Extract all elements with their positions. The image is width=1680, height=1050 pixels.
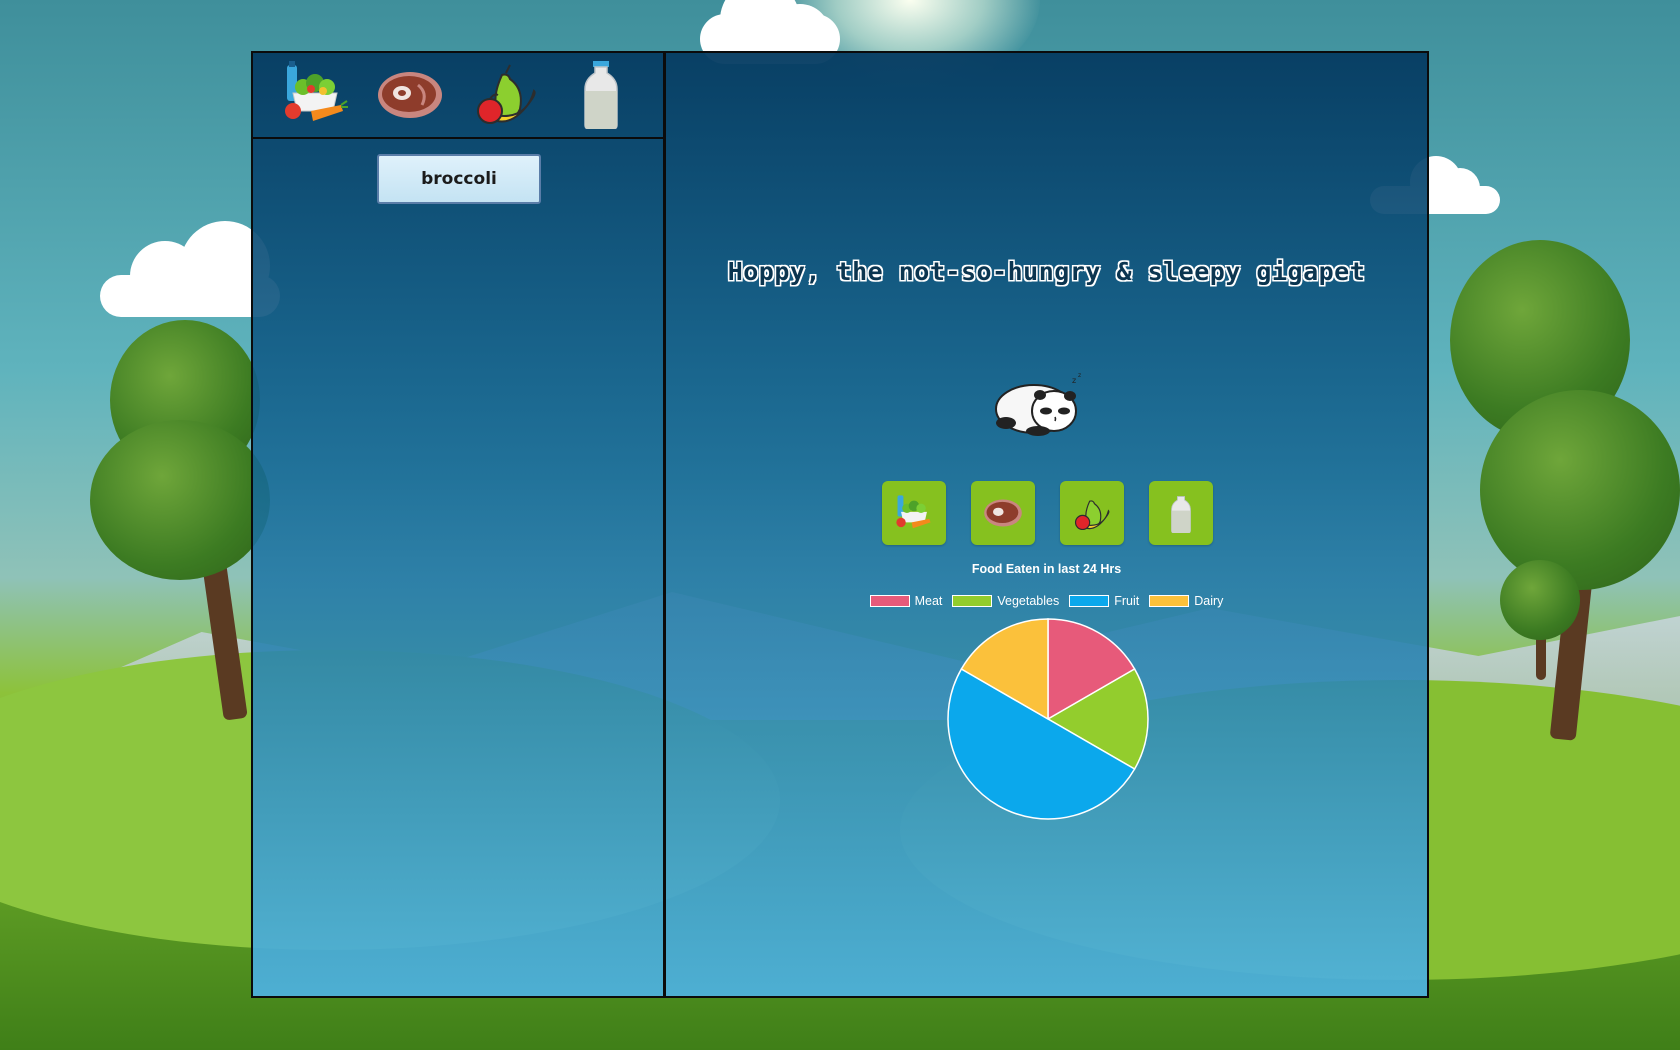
pet-title: Hoppy, the not-so-hungry & sleepy gigape… bbox=[727, 257, 1366, 286]
legend-swatch bbox=[1149, 595, 1190, 607]
dairy-tab[interactable] bbox=[565, 59, 637, 131]
legend-item-dairy[interactable]: Dairy bbox=[1149, 594, 1223, 608]
dairy-icon bbox=[1171, 496, 1191, 533]
meat-icon bbox=[984, 499, 1022, 527]
meat-icon bbox=[378, 72, 443, 118]
svg-text:z: z bbox=[1072, 376, 1076, 385]
meat-tab[interactable] bbox=[374, 59, 446, 131]
legend-swatch bbox=[1069, 595, 1110, 607]
food-item-button[interactable]: broccoli bbox=[377, 154, 541, 204]
legend-label: Dairy bbox=[1194, 594, 1224, 608]
feed-vegetables-button[interactable] bbox=[882, 481, 946, 545]
tree bbox=[1500, 560, 1580, 680]
legend-label: Fruit bbox=[1114, 594, 1140, 608]
legend-item-vegetables[interactable]: Vegetables bbox=[952, 594, 1059, 608]
chart-title: Food Eaten in last 24 Hrs bbox=[971, 562, 1122, 576]
pet-panel: Hoppy, the not-so-hungry & sleepy gigape… bbox=[664, 51, 1429, 998]
chart-legend: Meat Vegetables Fruit Dairy bbox=[666, 594, 1427, 608]
legend-swatch bbox=[952, 595, 993, 607]
sleeping-panda-icon: z z bbox=[995, 372, 1081, 436]
legend-swatch bbox=[869, 595, 910, 607]
legend-label: Vegetables bbox=[997, 594, 1060, 608]
food-pie-chart bbox=[947, 618, 1149, 820]
vegetables-icon bbox=[896, 495, 931, 529]
food-category-bar bbox=[253, 53, 663, 139]
legend-item-fruit[interactable]: Fruit bbox=[1069, 594, 1139, 608]
feed-button-row bbox=[882, 481, 1213, 545]
legend-item-meat[interactable]: Meat bbox=[869, 594, 943, 608]
food-panel: broccoli bbox=[251, 51, 665, 998]
feed-meat-button[interactable] bbox=[971, 481, 1035, 545]
fruit-icon bbox=[1074, 500, 1110, 531]
legend-label: Meat bbox=[914, 594, 943, 608]
vegetables-tab[interactable] bbox=[279, 59, 351, 131]
fruit-icon bbox=[476, 64, 536, 124]
fruit-tab[interactable] bbox=[470, 59, 542, 131]
feed-fruit-button[interactable] bbox=[1060, 481, 1124, 545]
feed-dairy-button[interactable] bbox=[1149, 481, 1213, 545]
svg-text:z: z bbox=[1078, 372, 1081, 379]
vegetables-icon bbox=[284, 61, 348, 121]
dairy-icon bbox=[584, 61, 618, 129]
